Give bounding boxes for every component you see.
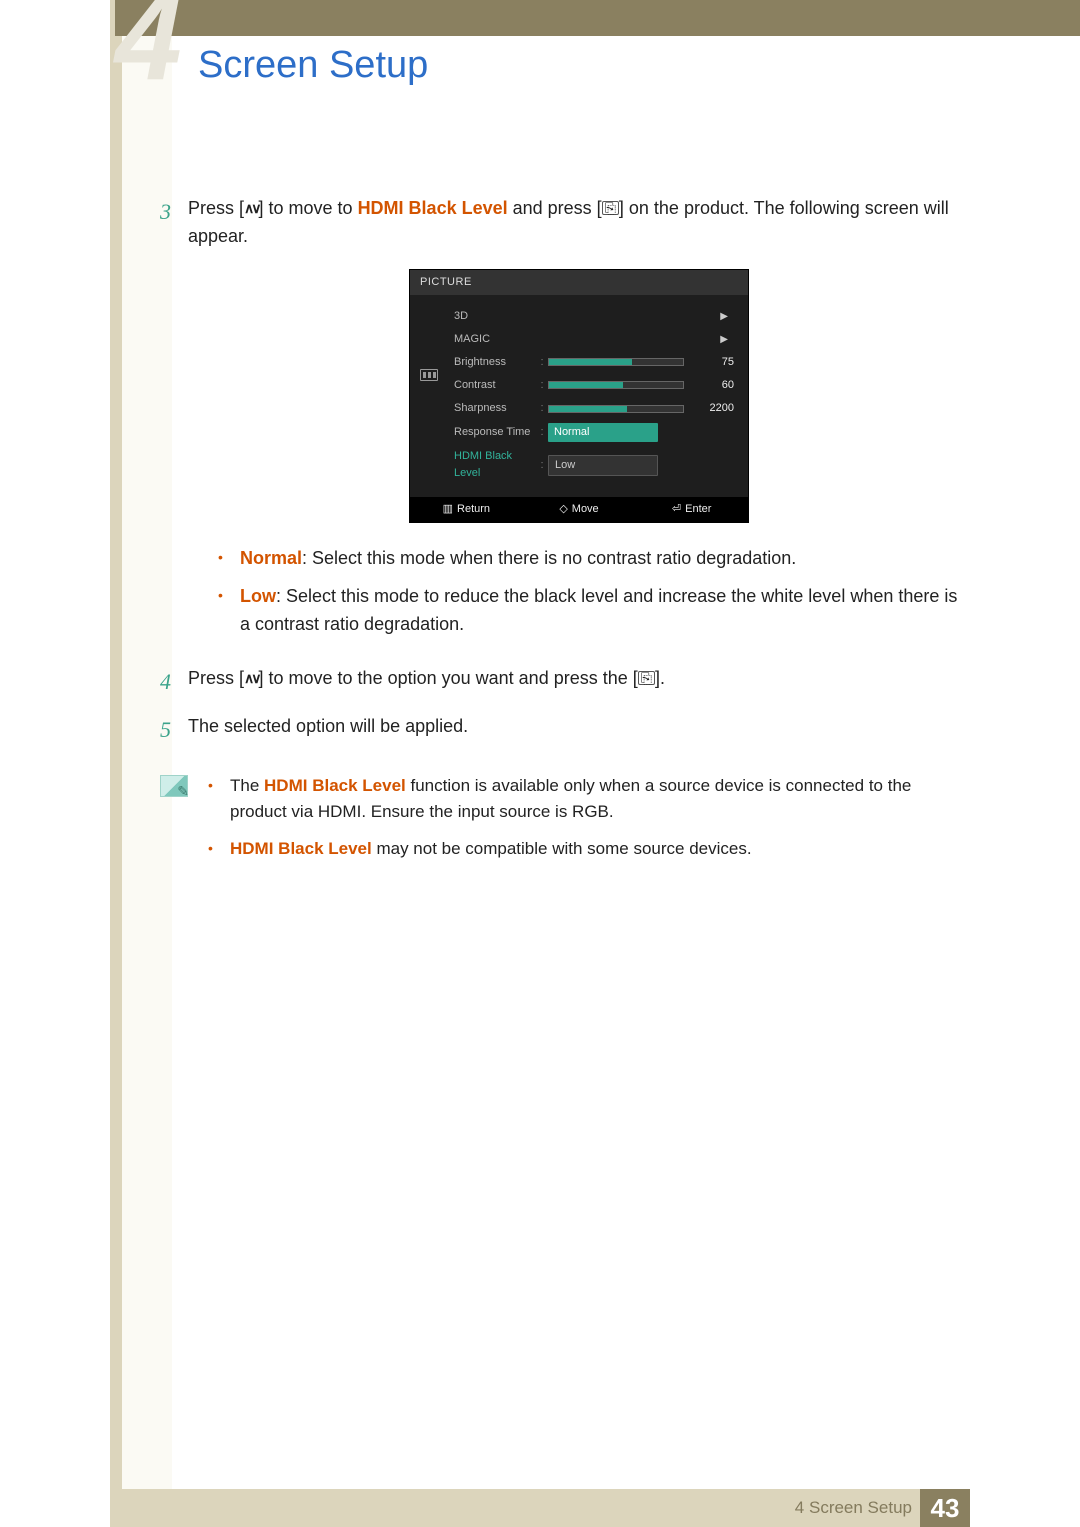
- step-3: 3 Press [∧∨] to move to HDMI Black Level…: [160, 195, 970, 651]
- osd-value: 60: [696, 377, 734, 394]
- list-item: Low: Select this mode to reduce the blac…: [218, 583, 970, 639]
- colon: :: [536, 424, 548, 441]
- label: Move: [572, 503, 599, 515]
- colon: :: [536, 354, 548, 371]
- step-number: 3: [160, 195, 188, 651]
- keyword-hdmi-black-level: HDMI Black Level: [230, 839, 372, 858]
- osd-value: 75: [696, 354, 734, 371]
- note-icon: [160, 775, 188, 797]
- osd-row-brightness: Brightness : 75: [424, 351, 734, 374]
- step-number: 5: [160, 713, 188, 747]
- text: : Select this mode when there is no cont…: [302, 548, 796, 568]
- list-item: HDMI Black Level may not be compatible w…: [208, 836, 970, 862]
- osd-footer-return: ▥ Return: [410, 501, 523, 518]
- submenu-arrow-icon: ▶: [536, 309, 734, 325]
- text: : Select this mode to reduce the black l…: [240, 586, 957, 634]
- step-5: 5 The selected option will be applied.: [160, 713, 970, 747]
- osd-selected-value: Low: [548, 455, 658, 476]
- left-accent-bar: [110, 0, 122, 1495]
- submenu-arrow-icon: ▶: [536, 332, 734, 348]
- colon: :: [536, 457, 548, 474]
- footer-page-number: 43: [920, 1489, 970, 1527]
- text: Press [: [188, 668, 244, 688]
- text: The: [230, 776, 264, 795]
- enter-icon: ⏎: [672, 501, 681, 518]
- list-item: The HDMI Black Level function is availab…: [208, 773, 970, 826]
- keyword-hdmi-black-level: HDMI Black Level: [264, 776, 406, 795]
- keyword-hdmi-black-level: HDMI Black Level: [358, 198, 508, 218]
- menu-section-icon: [420, 369, 438, 381]
- move-icon: ◇: [559, 501, 567, 518]
- page-footer: 4 Screen Setup 43: [110, 1489, 1080, 1527]
- mode-name-normal: Normal: [240, 548, 302, 568]
- note-block: The HDMI Black Level function is availab…: [160, 773, 970, 884]
- step-number: 4: [160, 665, 188, 699]
- label: Enter: [685, 503, 711, 515]
- text: Press [: [188, 198, 244, 218]
- osd-footer-move: ◇ Move: [523, 501, 636, 518]
- text: may not be compatible with some source d…: [372, 839, 752, 858]
- slider-bar: [548, 405, 684, 413]
- osd-screenshot: PICTURE 3D ▶ MAGIC ▶ Brightness: [409, 269, 749, 523]
- osd-row-contrast: Contrast : 60: [424, 374, 734, 397]
- osd-value: 2200: [696, 400, 734, 417]
- step-body: The selected option will be applied.: [188, 713, 970, 747]
- colon: :: [536, 377, 548, 394]
- slider-fill: [549, 359, 632, 365]
- mode-name-low: Low: [240, 586, 276, 606]
- slider-fill: [549, 382, 623, 388]
- osd-label: Response Time: [424, 424, 536, 441]
- osd-label-highlighted: HDMI Black Level: [424, 448, 536, 482]
- note-list: The HDMI Black Level function is availab…: [208, 773, 970, 872]
- footer-section-label: 4 Screen Setup: [795, 1498, 920, 1518]
- page-title: Screen Setup: [198, 44, 428, 87]
- up-down-icon: ∧∨: [244, 668, 259, 690]
- osd-row-sharpness: Sharpness : 2200: [424, 397, 734, 420]
- osd-label: MAGIC: [424, 331, 536, 348]
- osd-label: Brightness: [424, 354, 536, 371]
- slider-bar: [548, 358, 684, 366]
- content-area: 3 Press [∧∨] to move to HDMI Black Level…: [160, 195, 970, 884]
- osd-selected-value: Normal: [548, 423, 658, 442]
- osd-footer-enter: ⏎ Enter: [635, 501, 748, 518]
- colon: :: [536, 400, 548, 417]
- step-body: Press [∧∨] to move to the option you wan…: [188, 665, 970, 699]
- footer-gap: [970, 1489, 1080, 1527]
- label: Return: [457, 503, 490, 515]
- return-icon: ▥: [443, 501, 453, 518]
- osd-row-hdmi-black-level: HDMI Black Level : Low: [424, 445, 734, 485]
- osd-footer: ▥ Return ◇ Move ⏎ Enter: [410, 497, 748, 522]
- osd-header: PICTURE: [410, 270, 748, 295]
- osd-row-3d: 3D ▶: [424, 305, 734, 328]
- osd-label: Sharpness: [424, 400, 536, 417]
- text: The selected option will be applied.: [188, 716, 468, 736]
- osd-panel: PICTURE 3D ▶ MAGIC ▶ Brightness: [409, 269, 749, 523]
- osd-label: Contrast: [424, 377, 536, 394]
- osd-label: 3D: [424, 308, 536, 325]
- osd-row-magic: MAGIC ▶: [424, 328, 734, 351]
- step-4: 4 Press [∧∨] to move to the option you w…: [160, 665, 970, 699]
- enter-icon: ⎘: [638, 671, 655, 685]
- slider-bar: [548, 381, 684, 389]
- enter-icon: ⎘: [602, 201, 619, 215]
- step-body: Press [∧∨] to move to HDMI Black Level a…: [188, 195, 970, 651]
- text: ] to move to the option you want and pre…: [259, 668, 638, 688]
- osd-row-response-time: Response Time : Normal: [424, 420, 734, 445]
- up-down-icon: ∧∨: [244, 198, 259, 220]
- text: ].: [655, 668, 665, 688]
- list-item: Normal: Select this mode when there is n…: [218, 545, 970, 573]
- chapter-number-watermark: 4: [115, 8, 182, 68]
- text: and press [: [508, 198, 602, 218]
- text: ] to move to: [259, 198, 358, 218]
- osd-body: 3D ▶ MAGIC ▶ Brightness : 75: [410, 295, 748, 497]
- slider-fill: [549, 406, 627, 412]
- top-olive-bar: [115, 0, 1080, 36]
- mode-description-list: Normal: Select this mode when there is n…: [218, 545, 970, 639]
